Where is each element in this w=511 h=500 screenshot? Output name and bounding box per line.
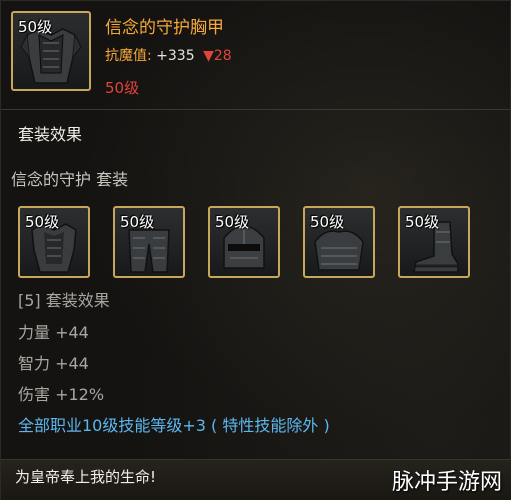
- item-stat: 抗魔值: +335 ▼28: [105, 45, 232, 65]
- set-piece-level: 50级: [405, 213, 440, 231]
- item-name: 信念的守护胸甲: [105, 18, 224, 38]
- header-divider: [1, 109, 511, 110]
- required-level: 50级: [105, 79, 140, 97]
- set-bonus-line: 伤害 +12%: [18, 385, 105, 404]
- item-level-badge: 50级: [18, 18, 53, 36]
- item-tooltip: 50级 信念的守护胸甲 抗魔值: +335 ▼28 50级 套装效果 信念的守护…: [0, 0, 511, 500]
- item-icon-slot[interactable]: 50级: [11, 11, 91, 91]
- set-pieces: 50级 50级 50级 50级 50级: [18, 206, 488, 280]
- set-piece-slot[interactable]: 50级: [18, 206, 90, 278]
- set-piece-slot[interactable]: 50级: [208, 206, 280, 278]
- set-piece-level: 50级: [25, 213, 60, 231]
- set-piece-slot[interactable]: 50级: [398, 206, 470, 278]
- set-bonus-header: [5] 套装效果: [18, 291, 110, 310]
- set-piece-level: 50级: [120, 213, 155, 231]
- set-bonus-line: 智力 +44: [18, 354, 89, 373]
- set-piece-level: 50级: [215, 213, 250, 231]
- set-section-title: 套装效果: [18, 125, 83, 144]
- stat-value: +335: [156, 48, 195, 64]
- set-bonus-line: 力量 +44: [18, 323, 89, 342]
- stat-label: 抗魔值:: [105, 48, 152, 64]
- set-piece-slot[interactable]: 50级: [113, 206, 185, 278]
- set-piece-level: 50级: [310, 213, 345, 231]
- flavor-text: 为皇帝奉上我的生命!: [15, 468, 157, 486]
- set-piece-slot[interactable]: 50级: [303, 206, 375, 278]
- skill-bonus: 全部职业10级技能等级+3 ( 特性技能除外 ): [18, 416, 330, 435]
- stat-decrease: ▼28: [203, 48, 232, 64]
- set-name: 信念的守护 套装: [11, 170, 129, 189]
- item-header: 50级 信念的守护胸甲 抗魔值: +335 ▼28 50级: [1, 1, 511, 111]
- watermark: 脉冲手游网: [391, 470, 502, 495]
